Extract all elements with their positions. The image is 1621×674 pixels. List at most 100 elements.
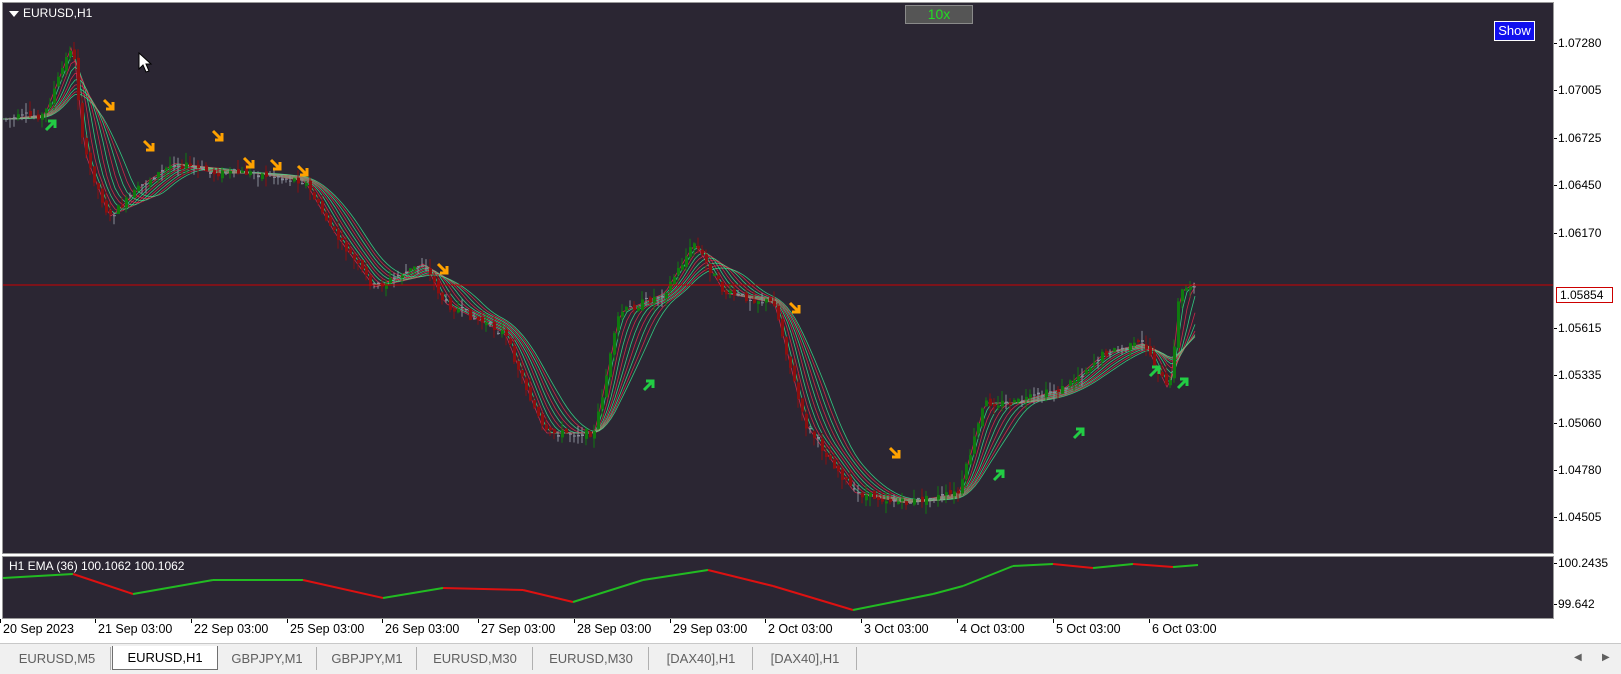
candle-body — [561, 430, 564, 438]
candle-body — [785, 337, 788, 355]
current-price-label: 1.05854 — [1556, 287, 1613, 303]
candle-body — [97, 183, 100, 189]
candle-body — [885, 501, 888, 504]
candle-body — [1029, 394, 1032, 398]
scroll-left-icon[interactable]: ◀ — [1574, 652, 1582, 663]
candle-body — [993, 404, 996, 407]
candle-body — [585, 429, 588, 439]
price-tick: 1.06170 — [1553, 226, 1602, 240]
candle-body — [1105, 350, 1108, 356]
candle-body — [189, 163, 192, 167]
candle-body — [433, 276, 436, 283]
candle-body — [285, 178, 288, 180]
candle-body — [305, 183, 308, 186]
candle-body — [797, 382, 800, 399]
tab-dax40-h1[interactable]: [DAX40],H1 — [754, 647, 857, 670]
tab-eurusd-m30[interactable]: EURUSD,M30 — [418, 647, 533, 670]
candle-body — [717, 275, 720, 280]
candle-body — [133, 190, 136, 198]
candle-body — [1001, 400, 1004, 407]
candle-body — [1145, 344, 1148, 349]
candle-body — [861, 492, 864, 498]
price-chart-pane[interactable]: EURUSD,H1 10x Show — [2, 2, 1554, 554]
price-tick: 1.06450 — [1553, 178, 1602, 192]
candle-body — [369, 275, 372, 287]
ema-ribbon-line — [3, 90, 1196, 501]
candle-body — [477, 317, 480, 320]
candle-body — [309, 180, 312, 191]
candle-body — [205, 165, 208, 172]
candle-body — [621, 311, 624, 317]
indicator-axis[interactable]: 100.2435 99.642 — [1553, 556, 1621, 620]
candle-body — [137, 185, 140, 191]
price-chart-canvas[interactable] — [3, 3, 1554, 554]
symbol-label[interactable]: EURUSD,H1 — [23, 6, 92, 20]
candle-body — [293, 178, 296, 182]
indicator-tick: 100.2435 — [1553, 556, 1609, 570]
candle-body — [57, 76, 60, 87]
candle-body — [273, 176, 276, 178]
candle-body — [157, 172, 160, 178]
tab-eurusd-m30[interactable]: EURUSD,M30 — [534, 647, 649, 670]
candle-body — [529, 387, 532, 401]
candle-body — [269, 174, 272, 176]
zoom-button[interactable]: 10x — [905, 5, 973, 24]
show-button[interactable]: Show — [1494, 21, 1535, 41]
candle-body — [453, 308, 456, 312]
ema-line-segment — [1092, 563, 1134, 569]
candle-body — [821, 438, 824, 451]
candle-body — [1053, 392, 1056, 394]
tab-eurusd-h1[interactable]: EURUSD,H1 — [112, 646, 218, 670]
time-axis[interactable]: 20 Sep 2023 21 Sep 03:00 22 Sep 03:00 25… — [0, 619, 1556, 641]
candle-body — [5, 118, 8, 120]
candle-body — [1137, 340, 1140, 343]
candle-body — [361, 260, 364, 270]
candle-body — [537, 406, 540, 417]
candle-body — [481, 316, 484, 323]
ema-line-segment — [1052, 563, 1094, 569]
ema-line-segment — [1172, 564, 1199, 568]
candle-body — [141, 184, 144, 186]
candle-body — [1173, 346, 1176, 379]
ema-ribbon-line — [3, 87, 1196, 502]
candle-body — [73, 49, 76, 60]
candle-body — [441, 292, 444, 301]
ema-ribbon-line — [3, 83, 1196, 502]
candle-body — [597, 411, 600, 429]
time-tick: 25 Sep 03:00 — [286, 619, 365, 636]
candle-body — [333, 226, 336, 230]
candle-body — [625, 306, 628, 311]
indicator-pane[interactable]: H1 EMA (36) 100.1062 100.1062 — [2, 556, 1554, 619]
price-axis[interactable]: 1.07280 1.07005 1.06725 1.06450 1.06170 … — [1553, 0, 1621, 556]
candle-body — [933, 499, 936, 501]
candle-body — [41, 113, 44, 120]
candle-body — [1025, 396, 1028, 400]
buy-arrow-icon — [992, 469, 1005, 482]
candle-body — [93, 166, 96, 183]
candle-body — [733, 289, 736, 296]
candle-body — [981, 408, 984, 427]
tab-dax40-h1[interactable]: [DAX40],H1 — [650, 647, 753, 670]
tab-gbpjpy-m1[interactable]: GBPJPY,M1 — [218, 647, 317, 670]
tab-eurusd-m5[interactable]: EURUSD,M5 — [4, 647, 111, 670]
scroll-right-icon[interactable]: ▶ — [1602, 652, 1610, 663]
ema-ribbon-line — [3, 93, 1196, 501]
candle-body — [1017, 398, 1020, 403]
price-tick: 1.06725 — [1553, 131, 1602, 145]
sell-arrow-icon — [436, 262, 449, 275]
candle-body — [661, 295, 664, 298]
symbol-dropdown-icon[interactable] — [9, 11, 19, 17]
candle-body — [525, 378, 528, 390]
candle-body — [541, 413, 544, 426]
candle-body — [297, 177, 300, 184]
candle-body — [1125, 348, 1128, 350]
ema-indicator-canvas[interactable] — [3, 557, 1554, 619]
candle-body — [1045, 389, 1048, 398]
tab-gbpjpy-m1[interactable]: GBPJPY,M1 — [318, 647, 417, 670]
candle-body — [721, 281, 724, 292]
candle-body — [669, 281, 672, 291]
candle-body — [233, 169, 236, 171]
candle-body — [149, 180, 152, 185]
candle-body — [513, 345, 516, 362]
candle-body — [429, 268, 432, 275]
